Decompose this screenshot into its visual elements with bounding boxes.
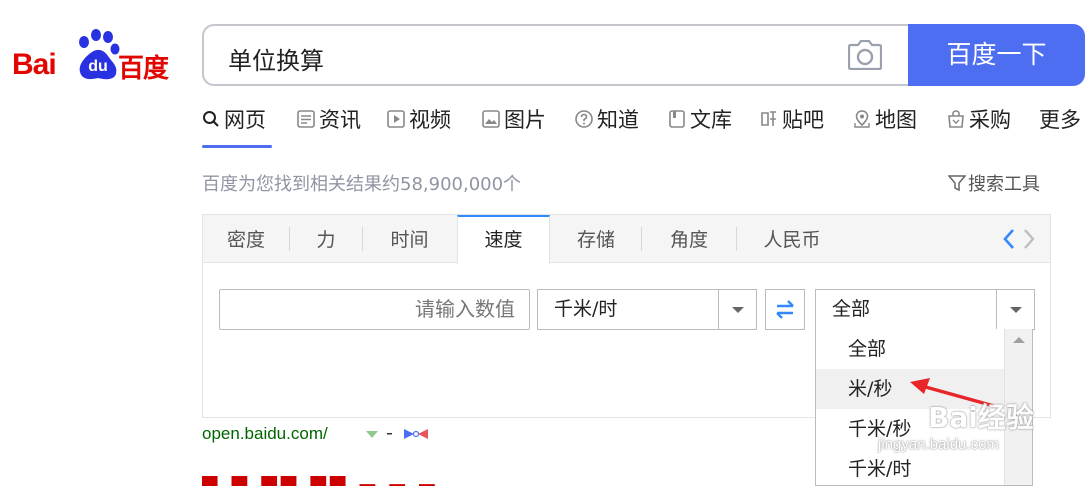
chevron-left-icon[interactable]: [1001, 227, 1017, 251]
search-tools-label: 搜索工具: [968, 174, 1040, 195]
watermark-text: Bai经验: [928, 401, 1034, 434]
tab-zhidao[interactable]: 知道: [575, 104, 639, 148]
tab-images[interactable]: 图片: [482, 104, 546, 148]
tieba-icon: [761, 111, 776, 126]
caret-down-icon: [1010, 307, 1022, 313]
tab-label: 资讯: [319, 108, 361, 132]
tab-label: 更多: [1039, 108, 1081, 132]
tab-label: 文库: [690, 108, 732, 132]
swap-icon: [776, 300, 794, 319]
caret-down-icon[interactable]: [366, 431, 378, 439]
search-button[interactable]: 百度一下: [908, 24, 1085, 86]
chevron-right-icon[interactable]: [1021, 227, 1037, 251]
result-url-link[interactable]: open.baidu.com/: [202, 424, 328, 444]
question-icon: [575, 110, 593, 128]
filter-icon: [948, 175, 966, 192]
shopping-icon: [948, 110, 964, 128]
tab-label: 地图: [875, 108, 917, 132]
dropdown-option-all[interactable]: 全部: [816, 329, 1004, 369]
search-icon: [203, 111, 219, 127]
dropdown-button[interactable]: [718, 290, 756, 329]
to-unit-select[interactable]: 全部: [815, 289, 1035, 330]
scroll-up-icon[interactable]: [1005, 329, 1033, 353]
tab-video[interactable]: 视频: [387, 104, 451, 148]
tab-map[interactable]: 地图: [853, 104, 917, 148]
logo-text-bai: Bai: [12, 48, 57, 81]
result-title-clipped[interactable]: █ █ ██ ██ ▄ ▄ ▄: [202, 476, 442, 486]
value-input[interactable]: 请输入数值: [219, 289, 530, 330]
swap-units-button[interactable]: [765, 289, 805, 330]
document-icon: [669, 110, 685, 128]
search-query-text: 单位换算: [228, 47, 324, 75]
tab-label: 网页: [224, 108, 266, 132]
tab-wenku[interactable]: 文库: [668, 104, 732, 148]
camera-icon[interactable]: [848, 40, 882, 70]
to-unit-value: 全部: [832, 298, 871, 320]
logo-text-cn: 百度: [118, 54, 169, 84]
search-nav-tabs: 网页 资讯 视频 图片 知道 文库 贴吧 地图 采购 更多: [202, 104, 1085, 148]
converter-tab-force[interactable]: 力: [290, 215, 362, 263]
image-icon: [482, 110, 500, 128]
converter-tab-time[interactable]: 时间: [363, 215, 456, 263]
dropdown-button[interactable]: [996, 290, 1034, 329]
converter-tabs: 密度 力 时间 速度 存储 角度 人民币: [203, 215, 1050, 264]
from-unit-select[interactable]: 千米/时: [537, 289, 757, 330]
baidu-logo[interactable]: Bai du 百度: [10, 28, 180, 84]
video-icon: [387, 110, 405, 128]
watermark: Bai经验 jingyan.baidu.com: [878, 396, 1048, 462]
search-input[interactable]: 单位换算: [202, 24, 910, 86]
tab-label: 知道: [597, 108, 639, 132]
tab-label: 贴吧: [782, 108, 824, 132]
converter-tab-rmb[interactable]: 人民币: [743, 215, 841, 263]
converter-tab-speed[interactable]: 速度: [457, 215, 550, 264]
tab-tieba[interactable]: 贴吧: [760, 104, 824, 148]
caret-down-icon: [732, 307, 744, 313]
tab-label: 视频: [409, 108, 451, 132]
tab-more[interactable]: 更多: [1039, 104, 1081, 148]
link-separator: -: [386, 422, 393, 444]
tab-label: 采购: [969, 108, 1011, 132]
news-icon: [297, 110, 315, 128]
tab-news[interactable]: 资讯: [297, 104, 361, 148]
tab-webpage[interactable]: 网页: [202, 104, 272, 148]
watermark-url: jingyan.baidu.com: [878, 436, 999, 453]
converter-tab-storage[interactable]: 存储: [551, 215, 641, 263]
from-unit-value: 千米/时: [554, 298, 618, 320]
converter-tab-angle[interactable]: 角度: [642, 215, 736, 263]
logo-text-du: du: [88, 58, 108, 75]
converter-tab-density[interactable]: 密度: [203, 215, 289, 263]
tab-divider: [736, 227, 737, 251]
tab-shopping[interactable]: 采购: [947, 104, 1011, 148]
tab-label: 图片: [504, 108, 546, 132]
map-icon: [854, 110, 870, 128]
result-count: 百度为您找到相关结果约58,900,000个: [202, 174, 522, 195]
search-tools-button[interactable]: 搜索工具: [948, 170, 1040, 196]
trust-badge-icon[interactable]: [402, 426, 430, 442]
